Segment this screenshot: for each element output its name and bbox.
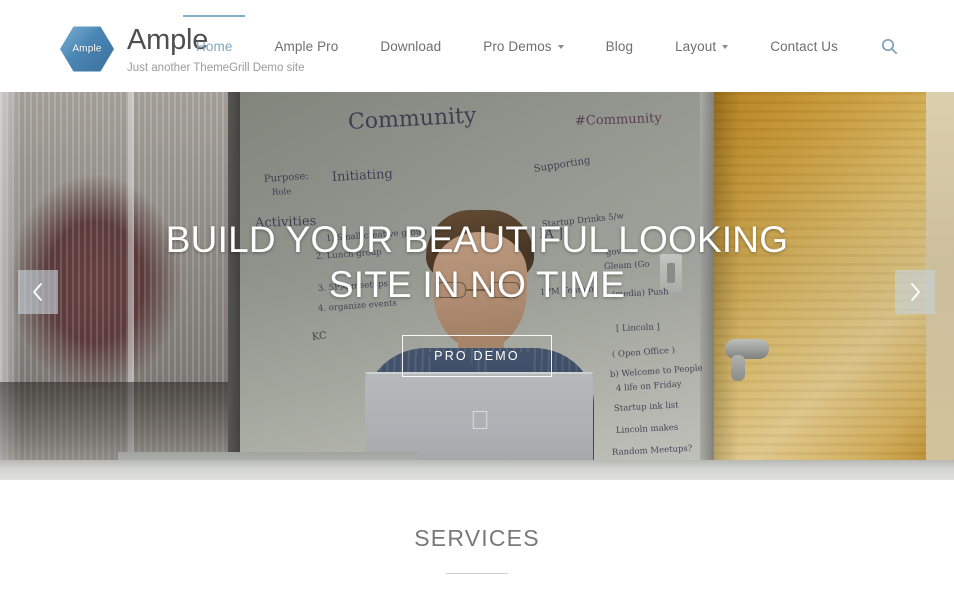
hexagon-logo-icon[interactable]: Ample [60,25,114,73]
slider-prev-button[interactable] [18,270,58,314]
pro-demo-button[interactable]: PRO DEMO [402,335,552,377]
nav-link-ample-pro[interactable]: Ample Pro [274,39,338,54]
nav-item-layout[interactable]: Layout [675,0,729,92]
slider-next-button[interactable] [895,270,935,314]
services-title: SERVICES [414,525,540,551]
services-description: Curabitur tincidunt id libero quis matti… [0,596,954,600]
nav-item-ample-pro[interactable]: Ample Pro [274,0,338,92]
chevron-down-icon [722,45,729,49]
nav-item-contact-us[interactable]: Contact Us [770,0,838,92]
hero-slider: Community #Community Purpose: Role Initi… [0,92,954,480]
nav-label-pro-demos: Pro Demos [483,38,552,54]
nav-list: Home Ample Pro Download Pro Demos Blog L… [182,0,859,92]
services-section: SERVICES Curabitur tincidunt id libero q… [0,480,954,600]
nav-label-layout: Layout [675,38,717,54]
nav-link-layout[interactable]: Layout [675,38,729,54]
nav-item-download[interactable]: Download [380,0,441,92]
nav-link-download[interactable]: Download [380,39,441,54]
services-divider [446,573,508,574]
primary-navigation: Home Ample Pro Download Pro Demos Blog L… [182,0,898,92]
search-icon[interactable] [881,0,898,92]
page-root: Ample Ample Just another ThemeGrill Demo… [0,0,954,600]
hero-title: BUILD YOUR BEAUTIFUL LOOKING SITE IN NO … [165,219,789,305]
nav-item-blog[interactable]: Blog [606,0,633,92]
hero-caption: BUILD YOUR BEAUTIFUL LOOKING SITE IN NO … [0,217,954,377]
site-header: Ample Ample Just another ThemeGrill Demo… [0,0,954,92]
nav-item-home[interactable]: Home [182,0,247,92]
nav-link-blog[interactable]: Blog [606,39,633,54]
nav-link-contact-us[interactable]: Contact Us [770,39,838,54]
logo-label: Ample [72,43,102,55]
nav-item-pro-demos[interactable]: Pro Demos [483,0,564,92]
nav-link-pro-demos[interactable]: Pro Demos [483,38,564,54]
chevron-down-icon [557,45,564,49]
nav-link-home[interactable]: Home [196,39,232,54]
